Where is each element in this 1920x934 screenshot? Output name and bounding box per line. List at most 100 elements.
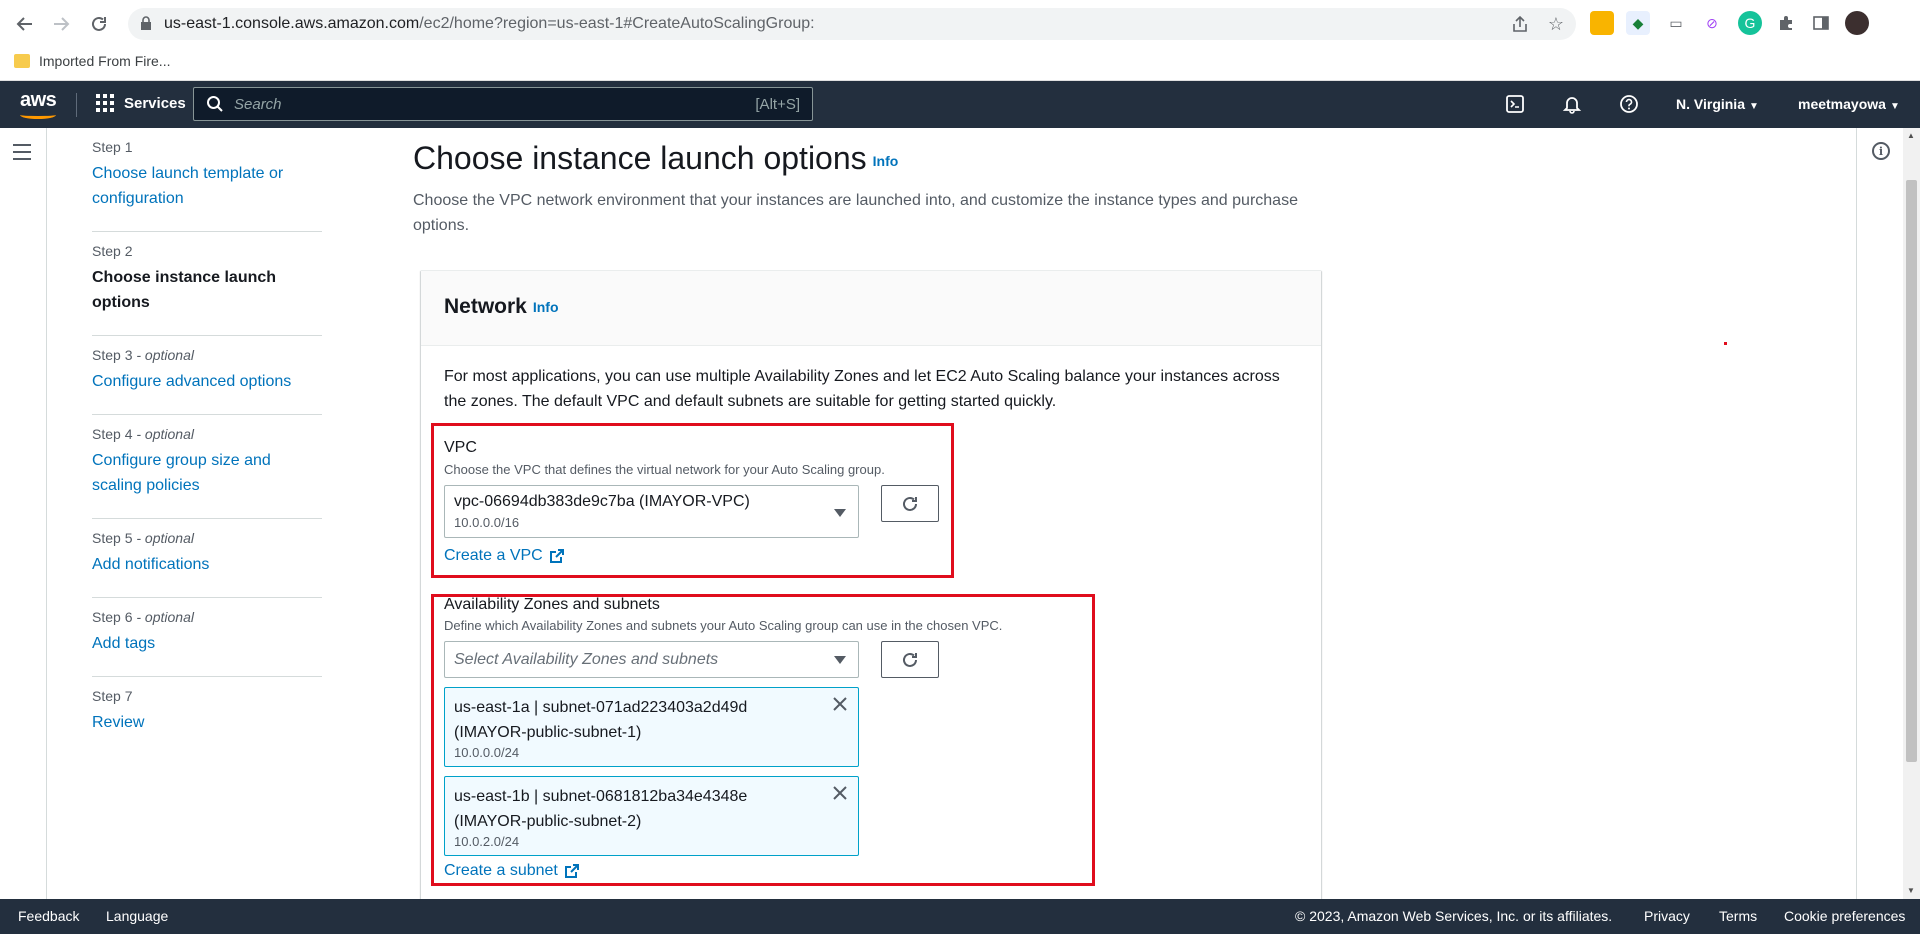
region-selector[interactable]: N. Virginia ▼ <box>1676 96 1759 112</box>
step-link-advanced-options[interactable]: Configure advanced options <box>92 369 322 394</box>
page-scrollbar[interactable]: ▲ ▼ <box>1903 128 1920 899</box>
search-placeholder: Search <box>234 96 282 113</box>
network-panel-title: Network Info <box>444 295 559 319</box>
create-subnet-label: Create a subnet <box>444 862 558 879</box>
aws-logo-smile <box>20 111 56 119</box>
vpc-select[interactable]: vpc-06694db383de9c7ba (IMAYOR-VPC) 10.0.… <box>444 485 859 538</box>
scrollbar-thumb[interactable] <box>1906 180 1917 762</box>
step-number: Step 7 <box>92 688 133 704</box>
network-panel: Network Info For most applications, you c… <box>421 270 1321 910</box>
forward-arrow-icon[interactable] <box>48 11 74 37</box>
notifications-bell-icon[interactable] <box>1561 93 1583 115</box>
cast-extension-icon[interactable]: ▭ <box>1664 11 1688 35</box>
page-info-link[interactable]: Info <box>873 153 899 169</box>
page-title-text: Choose instance launch options <box>413 140 867 176</box>
page-description: Choose the VPC network environment that … <box>413 192 1298 234</box>
aws-top-nav: aws Services Search [Alt+S] N. Virginia ▼… <box>0 81 1920 128</box>
external-link-icon <box>564 864 579 878</box>
wizard-step: Step 6 - optional Add tags <box>92 598 322 677</box>
profile-avatar[interactable] <box>1845 11 1869 35</box>
wizard-step: Step 5 - optional Add notifications <box>92 519 322 598</box>
scroll-up-arrow-icon[interactable]: ▲ <box>1907 131 1915 140</box>
side-panel-icon[interactable] <box>1809 11 1833 35</box>
search-shortcut: [Alt+S] <box>755 96 800 113</box>
share-icon[interactable] <box>1510 14 1530 34</box>
cursor-dot <box>1724 342 1727 345</box>
create-subnet-link[interactable]: Create a subnet <box>444 862 580 880</box>
step-current-launch-options: Choose instance launch options <box>92 269 277 311</box>
subnet-token-title: us-east-1b | subnet-0681812ba34e4348e (I… <box>454 788 748 830</box>
search-icon <box>206 95 224 118</box>
grammarly-extension-icon[interactable]: G <box>1738 11 1762 35</box>
folder-icon <box>14 54 30 68</box>
bookmark-star-icon[interactable]: ☆ <box>1546 14 1566 34</box>
help-icon[interactable] <box>1618 93 1640 115</box>
step-link-review[interactable]: Review <box>92 710 322 735</box>
info-panel-icon[interactable]: i <box>1872 142 1890 160</box>
refresh-icon <box>903 652 917 667</box>
wizard-step: Step 2 Choose instance launch options <box>92 232 322 336</box>
aws-logo[interactable]: aws <box>20 89 57 112</box>
bookmarks-bar: Imported From Fire... <box>0 46 1920 81</box>
tools-rail: i <box>1856 128 1903 899</box>
vpc-cidr: 10.0.0.0/16 <box>454 515 520 530</box>
side-nav-rail <box>0 128 47 899</box>
cookie-preferences-link[interactable]: Cookie preferences <box>1784 908 1905 924</box>
header-divider <box>76 93 77 117</box>
step-link-launch-template[interactable]: Choose launch template or configuration <box>92 161 322 211</box>
network-info-link[interactable]: Info <box>533 299 559 315</box>
menu-hamburger-icon[interactable] <box>13 144 31 165</box>
language-link[interactable]: Language <box>106 908 168 924</box>
step-link-group-size[interactable]: Configure group size and scaling policie… <box>92 448 322 498</box>
account-menu[interactable]: meetmayowa ▼ <box>1798 96 1900 112</box>
vpc-label: VPC <box>444 439 477 456</box>
step-link-notifications[interactable]: Add notifications <box>92 552 322 577</box>
bookmark-folder[interactable]: Imported From Fire... <box>14 53 170 69</box>
caret-down-icon <box>834 656 846 664</box>
region-label: N. Virginia <box>1676 96 1745 112</box>
az-refresh-button[interactable] <box>881 641 939 678</box>
vpc-hint: Choose the VPC that defines the virtual … <box>444 462 885 477</box>
privacy-link[interactable]: Privacy <box>1644 908 1690 924</box>
terms-link[interactable]: Terms <box>1719 908 1757 924</box>
caret-down-icon: ▼ <box>1889 101 1900 112</box>
vpc-selected-value: vpc-06694db383de9c7ba (IMAYOR-VPC) <box>454 493 750 510</box>
caret-down-icon <box>834 509 846 517</box>
step-link-tags[interactable]: Add tags <box>92 631 322 656</box>
az-label: Availability Zones and subnets <box>444 596 660 613</box>
keep-extension-icon[interactable] <box>1590 11 1614 35</box>
scroll-down-arrow-icon[interactable]: ▼ <box>1907 886 1915 895</box>
extensions-puzzle-icon[interactable] <box>1774 11 1798 35</box>
subnet-token-cidr: 10.0.2.0/24 <box>454 834 520 849</box>
vpn-extension-icon[interactable]: ◆ <box>1626 11 1650 35</box>
subnet-token-title: us-east-1a | subnet-071ad223403a2d49d (I… <box>454 699 748 741</box>
block-extension-icon[interactable]: ⊘ <box>1700 11 1724 35</box>
console-footer: Feedback Language © 2023, Amazon Web Ser… <box>0 899 1920 934</box>
step-number: Step 4 - optional <box>92 426 194 442</box>
subnet-token: us-east-1a | subnet-071ad223403a2d49d (I… <box>444 687 859 767</box>
vpc-refresh-button[interactable] <box>881 485 939 522</box>
caret-down-icon: ▼ <box>1748 101 1759 112</box>
services-menu-button[interactable]: Services <box>96 94 186 112</box>
refresh-icon <box>903 496 917 511</box>
step-number: Step 5 - optional <box>92 530 194 546</box>
back-arrow-icon[interactable] <box>12 11 38 37</box>
bookmark-label: Imported From Fire... <box>39 53 171 69</box>
subnet-token: us-east-1b | subnet-0681812ba34e4348e (I… <box>444 776 859 856</box>
cloudshell-icon[interactable] <box>1504 93 1526 115</box>
az-select[interactable]: Select Availability Zones and subnets <box>444 641 859 678</box>
search-input[interactable]: Search [Alt+S] <box>193 87 813 121</box>
external-link-icon <box>549 549 564 563</box>
create-vpc-label: Create a VPC <box>444 547 543 564</box>
wizard-step: Step 7 Review <box>92 677 322 755</box>
services-label: Services <box>124 94 186 112</box>
reload-icon[interactable] <box>86 11 112 37</box>
url-text: us-east-1.console.aws.amazon.com/ec2/hom… <box>164 15 815 32</box>
address-bar[interactable]: us-east-1.console.aws.amazon.com/ec2/hom… <box>128 8 1576 40</box>
remove-token-close-icon[interactable] <box>831 695 849 713</box>
copyright-text: © 2023, Amazon Web Services, Inc. or its… <box>1295 908 1613 924</box>
feedback-link[interactable]: Feedback <box>18 908 79 924</box>
lock-icon <box>140 16 152 35</box>
create-vpc-link[interactable]: Create a VPC <box>444 547 565 565</box>
remove-token-close-icon[interactable] <box>831 784 849 802</box>
